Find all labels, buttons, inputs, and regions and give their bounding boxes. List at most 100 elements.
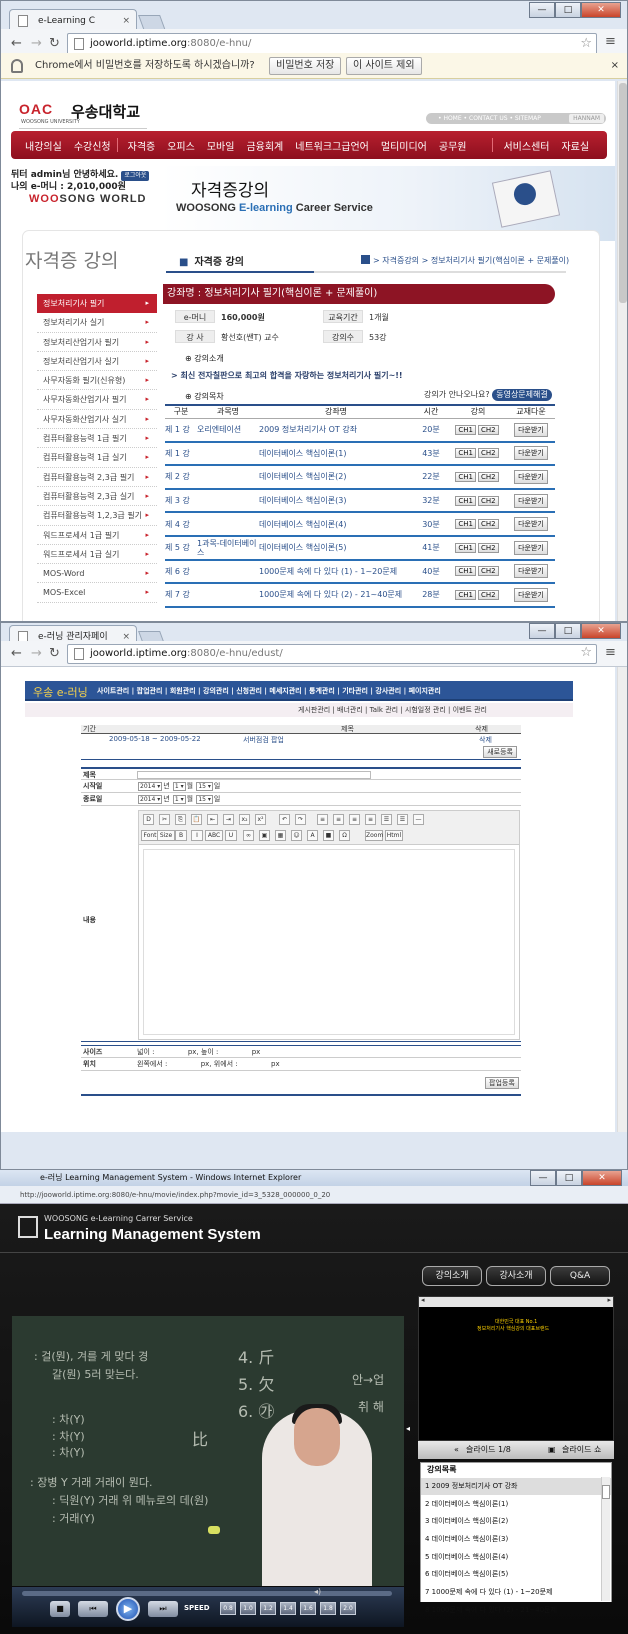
logout-button[interactable]: 로그아웃 (121, 171, 150, 181)
lecture-title[interactable]: 데이터베이스 핵심이론(1) (259, 441, 413, 467)
video-help-button[interactable]: 동영상문제해결 (492, 389, 552, 401)
sidebar-item[interactable]: 워드프로세서 1급 필기 (37, 526, 157, 545)
sidebar-item[interactable]: MOS-Word (37, 564, 157, 584)
tab-course-intro[interactable]: 강의소개 (422, 1266, 482, 1286)
breadcrumb-text[interactable]: > 자격증강의 > 정보처리기사 필기(핵심이론 + 문제풀이) (373, 256, 569, 265)
ch2-button[interactable]: CH2 (478, 448, 499, 459)
rewind-button[interactable]: ⏮ (78, 1601, 108, 1617)
volume-icon[interactable]: ◂) (314, 1587, 321, 1596)
stop-button[interactable]: ■ (50, 1601, 70, 1617)
close-infobar-icon[interactable]: × (611, 53, 619, 79)
ch1-button[interactable]: CH1 (455, 519, 476, 530)
editor-format-button[interactable]: ABC (205, 830, 223, 841)
align-left-icon[interactable]: ≡ (317, 814, 328, 825)
home-icon[interactable] (361, 255, 370, 264)
sidebar-item[interactable]: 컴퓨터활용능력 2,3급 실기 (37, 487, 157, 507)
download-button[interactable]: 다운받기 (514, 493, 548, 508)
forward-icon[interactable]: → (31, 646, 42, 661)
popup-delete-link[interactable]: 삭제 (479, 735, 492, 745)
download-button[interactable]: 다운받기 (514, 564, 548, 579)
sidebar-item[interactable]: 사무자동화 필기(신유형) (37, 371, 157, 391)
image-icon[interactable]: ▣ (259, 830, 270, 841)
ch1-button[interactable]: CH1 (455, 495, 476, 506)
menu-icon[interactable]: ≡ (605, 34, 616, 49)
popup-title[interactable]: 서버점검 팝업 (243, 735, 284, 745)
nav-item[interactable]: 금융회계 (240, 138, 289, 153)
maximize-button[interactable]: □ (555, 2, 581, 18)
maximize-button[interactable]: □ (555, 623, 581, 639)
nav-item[interactable]: 네트워크그급언어 (289, 138, 375, 153)
menu-icon[interactable]: ≡ (605, 645, 616, 660)
lecture-title[interactable]: 1000문제 속에 다 있다 (1) - 1~20문제 (259, 559, 413, 585)
lecture-list-item[interactable]: 8 1000문제 속에 다 있다 (2) - 21~40문제 (421, 1600, 611, 1619)
new-doc-icon[interactable]: D (143, 814, 154, 825)
nav-item[interactable]: 서비스센터 (493, 138, 555, 153)
speed-button[interactable]: 0.8 (220, 1602, 236, 1615)
list-scrollbar-thumb[interactable] (602, 1485, 610, 1499)
editor-format-button[interactable]: Size (157, 830, 175, 841)
lecture-title[interactable]: 데이터베이스 핵심이론(4) (259, 512, 413, 537)
tab-qna[interactable]: Q&A (550, 1266, 610, 1286)
start-month-select[interactable]: 1 ▾ (172, 782, 186, 791)
new-popup-button[interactable]: 새로등록 (483, 746, 517, 758)
emoticon-icon[interactable]: ☺ (291, 830, 302, 841)
minimize-button[interactable]: — (529, 2, 555, 18)
lecture-title[interactable]: 데이터베이스 핵심이론(5) (259, 535, 413, 561)
admin-menu[interactable]: 사이트관리 | 팝업관리 | 회원관리 | 강의관리 | 신청관리 | 메세지관… (97, 686, 441, 696)
ch2-button[interactable]: CH2 (478, 542, 499, 553)
link-icon[interactable]: ∞ (243, 830, 254, 841)
speed-button[interactable]: 1.8 (320, 1602, 336, 1615)
color-icon[interactable]: A (307, 830, 318, 841)
position-fields[interactable]: 왼쪽에서 : px, 위에서 : px (137, 1058, 280, 1071)
justify-icon[interactable]: ≡ (365, 814, 376, 825)
address-bar[interactable]: jooworld.iptime.org:8080/e-hnu/edust/ ☆ (67, 644, 597, 664)
nav-item[interactable]: 자격증 (118, 138, 162, 153)
indent-icon[interactable]: ⇥ (223, 814, 234, 825)
download-button[interactable]: 다운받기 (514, 422, 548, 437)
fast-forward-button[interactable]: ⏭ (148, 1601, 178, 1617)
editor-format-button[interactable]: Html (385, 830, 403, 841)
back-icon[interactable]: ← (11, 646, 22, 661)
sidebar-item[interactable]: 정보처리산업기사 필기 (37, 333, 157, 352)
close-window-button[interactable]: ✕ (581, 2, 621, 18)
download-button[interactable]: 다운받기 (514, 446, 548, 461)
end-day-select[interactable]: 15 ▾ (196, 795, 213, 804)
speed-button[interactable]: 1.0 (240, 1602, 256, 1615)
lecture-list-item[interactable]: 4 데이터베이스 핵심이론(3) (421, 1530, 611, 1548)
sidebar-item[interactable]: 컴퓨터활용능력 1급 필기 (37, 429, 157, 449)
end-year-select[interactable]: 2014 ▾ (138, 795, 163, 804)
lecture-list-item[interactable]: 5 데이터베이스 핵심이론(4) (421, 1547, 611, 1566)
download-button[interactable]: 다운받기 (514, 469, 548, 484)
ie-address-bar[interactable]: http://jooworld.iptime.org:8080/e-hnu/mo… (0, 1186, 628, 1204)
download-button[interactable]: 다운받기 (514, 540, 548, 555)
minimize-button[interactable]: — (530, 1170, 556, 1186)
lecture-video[interactable]: : 걸(뭔), 겨를 게 맞다 경 갈(뭔) 5러 맞는다. : 차(Y) : … (12, 1316, 404, 1586)
bookmark-star-icon[interactable]: ☆ (580, 34, 592, 54)
editor-format-button[interactable]: I (191, 830, 203, 841)
sidebar-item[interactable]: 컴퓨터활용능력 1급 실기 (37, 448, 157, 468)
back-icon[interactable]: ← (11, 36, 22, 51)
speed-button[interactable]: 1.6 (300, 1602, 316, 1615)
close-window-button[interactable]: ✕ (582, 1170, 622, 1186)
undo-icon[interactable]: ↶ (279, 814, 290, 825)
nav-item[interactable]: 자료실 (555, 138, 595, 153)
lecture-list-item[interactable]: 6 데이터베이스 핵심이론(5) (421, 1565, 611, 1583)
university-logo[interactable]: OAC 우송대학교 WOOSONG UNIVERSITY (19, 101, 147, 129)
bookmark-star-icon[interactable]: ☆ (580, 644, 592, 662)
lecture-list-item[interactable]: 1 2009 정보처리기사 OT 강좌 (421, 1477, 611, 1495)
sidebar-item[interactable]: 정보처리산업기사 실기 (37, 352, 157, 372)
speed-button[interactable]: 2.0 (340, 1602, 356, 1615)
outdent-icon[interactable]: ⇤ (207, 814, 218, 825)
page-scrollbar[interactable] (617, 81, 627, 621)
align-center-icon[interactable]: ≡ (333, 814, 344, 825)
lecture-list-item[interactable]: 2 데이터베이스 핵심이론(1) (421, 1494, 611, 1513)
minimize-button[interactable]: — (529, 623, 555, 639)
address-bar[interactable]: jooworld.iptime.org:8080/e-hnu/ ☆ (67, 33, 597, 55)
ch1-button[interactable]: CH1 (455, 424, 476, 435)
sidebar-item[interactable]: 사무자동화산업기사 실기 (37, 410, 157, 430)
seek-bar[interactable] (22, 1591, 392, 1596)
align-right-icon[interactable]: ≡ (349, 814, 360, 825)
never-save-button[interactable]: 이 사이트 제외 (346, 57, 422, 75)
ch2-button[interactable]: CH2 (478, 471, 499, 482)
cut-icon[interactable]: ✂ (159, 814, 170, 825)
